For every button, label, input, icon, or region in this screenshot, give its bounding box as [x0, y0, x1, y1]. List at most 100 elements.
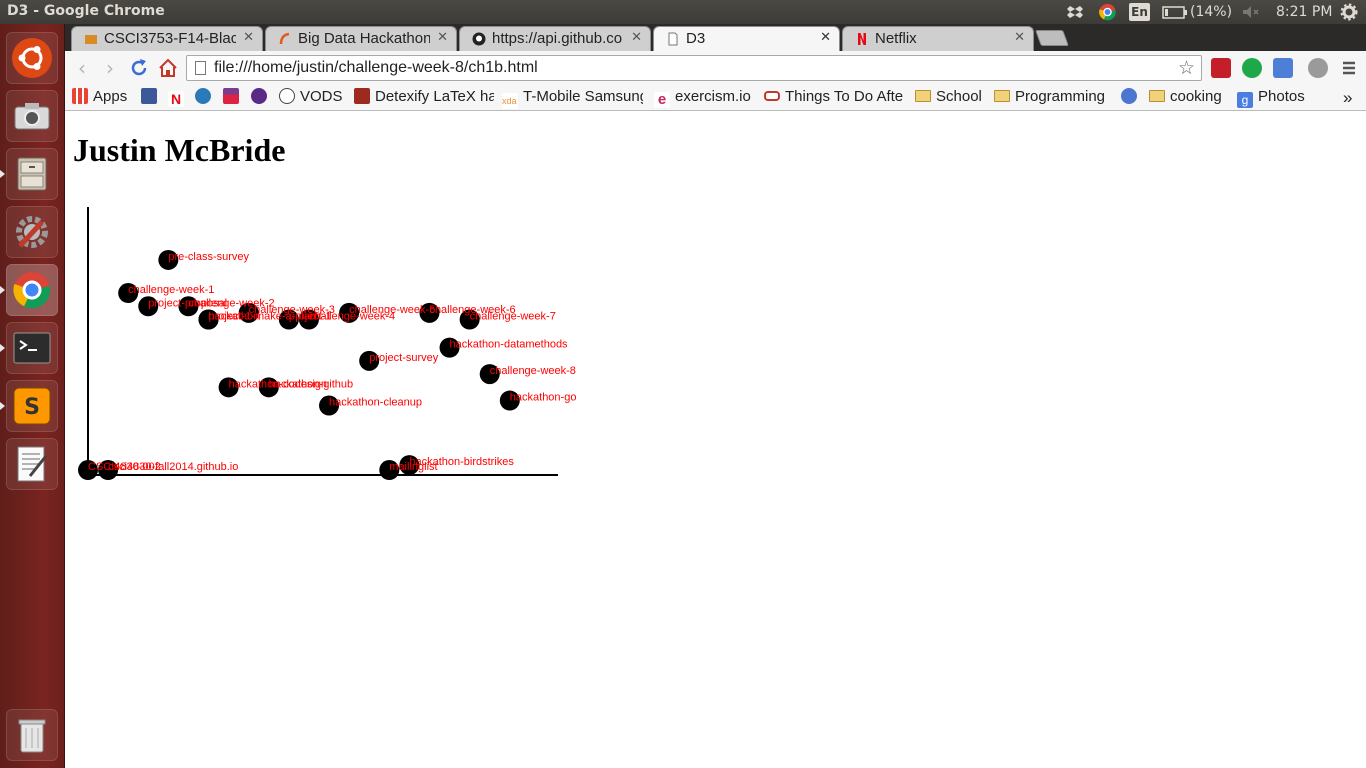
detexify-icon: [354, 88, 370, 104]
settings-badge-icon: [1121, 88, 1137, 104]
bookmark-label: VODS: [300, 88, 343, 105]
point-label: hackathon-datamethods: [450, 339, 569, 351]
folder-icon: [1149, 90, 1165, 102]
system-settings-icon: [16, 216, 48, 248]
lastpass-extension-icon[interactable]: [1211, 58, 1231, 78]
launcher-terminal-app[interactable]: [6, 322, 58, 374]
launcher-sublime-app[interactable]: S: [6, 380, 58, 432]
volume-muted-icon[interactable]: [1240, 3, 1260, 21]
chrome-tray-icon[interactable]: [1098, 3, 1117, 21]
home-icon[interactable]: [157, 57, 179, 79]
chrome-icon: [13, 272, 51, 309]
close-icon[interactable]: ✕: [243, 30, 254, 45]
bookmark-tmobile-samsung[interactable]: xda T-Mobile Samsung: [502, 88, 643, 109]
bookmark-folder-programming[interactable]: Programming: [994, 88, 1105, 105]
bookmark-folder-cooking[interactable]: cooking: [1149, 88, 1222, 105]
hackathon-icon: [279, 32, 290, 45]
point-label: project-survey: [369, 352, 439, 364]
bookmarks-overflow-chevron-icon[interactable]: »: [1343, 88, 1352, 108]
launcher-chrome-app[interactable]: [6, 264, 58, 316]
launcher-camera-app[interactable]: [6, 90, 58, 142]
tab-label: Big Data Hackathon:: [298, 30, 430, 47]
mint-icon: [195, 88, 211, 104]
tab-github-api[interactable]: https://api.github.co ✕: [459, 26, 651, 51]
bookmark-photos[interactable]: g Photos: [1237, 88, 1305, 108]
browser-toolbar: ‹ › file:///home/justin/challenge-week-8…: [65, 51, 1366, 85]
netflix-icon: [858, 33, 866, 45]
bookmark-settings-badge[interactable]: [1121, 88, 1142, 105]
netflix-icon: N: [168, 91, 184, 107]
point-label: mailinglist: [389, 461, 437, 473]
bookmark-folder-school[interactable]: School: [915, 88, 982, 105]
point-label: hackathon-go: [510, 392, 577, 404]
cast-extension-icon[interactable]: [1273, 58, 1293, 78]
tab-label: D3: [686, 30, 706, 47]
bookmark-facebook[interactable]: [141, 88, 162, 105]
scatter-chart: pre-class-survey challenge-week-1 project-…: [78, 207, 577, 481]
new-tab-button[interactable]: [1035, 30, 1069, 46]
bookmark-label: Things To Do Afte: [785, 88, 904, 105]
url-text[interactable]: file:///home/justin/challenge-week-8/ch1…: [214, 59, 538, 77]
reload-icon[interactable]: [128, 57, 150, 79]
bookmark-label: exercism.io: [675, 88, 751, 105]
close-icon[interactable]: ✕: [1014, 30, 1025, 45]
sublime-text-icon: S: [13, 387, 51, 425]
point-label: challenge-week-5: [349, 304, 435, 316]
tab-d3[interactable]: D3 ✕: [653, 26, 840, 51]
point-label: challenge-week-7: [470, 310, 556, 322]
address-bar[interactable]: file:///home/justin/challenge-week-8/ch1…: [186, 55, 1202, 81]
keyboard-layout-indicator[interactable]: En: [1129, 3, 1150, 21]
close-icon[interactable]: ✕: [631, 30, 642, 45]
bookmark-star-icon[interactable]: ☆: [1178, 57, 1195, 79]
bookmarks-bar: Apps N VODS Detexify LaTeX ha xda T-Mobil…: [65, 85, 1366, 111]
facebook-icon: [141, 88, 157, 104]
point-label: challenge-week-8: [490, 365, 576, 377]
power-gear-icon[interactable]: [1340, 3, 1358, 21]
tab-label: Netflix: [875, 30, 917, 47]
close-icon[interactable]: ✕: [437, 30, 448, 45]
peace-icon: [251, 88, 267, 104]
system-top-panel: D3 - Google Chrome En (14%) 8:21 PM: [0, 0, 1366, 24]
launcher-text-editor-app[interactable]: [6, 438, 58, 490]
back-arrow-icon[interactable]: ‹: [71, 57, 93, 79]
bookmark-detexify[interactable]: Detexify LaTeX ha: [354, 88, 494, 105]
point-label: csci4830-fall2014.github.io: [108, 461, 238, 473]
ubuntu-dash-button[interactable]: [6, 32, 58, 84]
battery-icon[interactable]: [1162, 3, 1188, 21]
bookmark-peace[interactable]: [251, 88, 272, 105]
tab-blackboard[interactable]: CSCI3753-F14-Blackw ✕: [71, 26, 263, 51]
bookmark-label: Detexify LaTeX ha: [375, 88, 494, 105]
bookmark-mint[interactable]: [195, 88, 216, 105]
bookmark-things-to-do[interactable]: Things To Do Afte: [764, 88, 904, 105]
launcher-settings-app[interactable]: [6, 206, 58, 258]
reddit-icon: [279, 88, 295, 104]
tab-netflix[interactable]: Netflix ✕: [842, 26, 1034, 51]
exercism-icon: e: [654, 92, 670, 108]
bookmark-vods[interactable]: VODS: [279, 88, 343, 105]
bookmark-exercism[interactable]: e exercism.io: [654, 88, 751, 108]
close-icon[interactable]: ✕: [820, 30, 831, 45]
bookmark-label: cooking: [1170, 88, 1222, 105]
bookmark-netflix[interactable]: N: [168, 88, 189, 107]
forward-arrow-icon[interactable]: ›: [99, 57, 121, 79]
battery-percentage: (14%): [1190, 4, 1233, 20]
chart-points: pre-class-survey challenge-week-1 project-…: [78, 249, 577, 481]
chrome-menu-icon[interactable]: [1339, 58, 1359, 78]
window-title: D3 - Google Chrome: [7, 3, 165, 19]
google-photos-icon: g: [1237, 92, 1253, 108]
xda-icon: xda: [502, 93, 518, 109]
launcher-trash[interactable]: [6, 709, 58, 761]
bookmark-label: Photos: [1258, 88, 1305, 105]
dropbox-icon[interactable]: [1066, 3, 1084, 21]
folder-icon: [915, 90, 931, 102]
bookmark-apps[interactable]: Apps: [72, 88, 127, 105]
launcher-files-app[interactable]: [6, 148, 58, 200]
tab-strip: CSCI3753-F14-Blackw ✕ Big Data Hackathon…: [65, 24, 1366, 51]
clock[interactable]: 8:21 PM: [1276, 4, 1332, 20]
download-extension-icon[interactable]: [1308, 58, 1328, 78]
running-indicator: [0, 170, 5, 178]
tab-big-data-hackathon[interactable]: Big Data Hackathon: ✕: [265, 26, 457, 51]
evernote-extension-icon[interactable]: [1242, 58, 1262, 78]
bookmark-calendar[interactable]: [223, 88, 244, 105]
calendar-icon: [223, 88, 239, 104]
